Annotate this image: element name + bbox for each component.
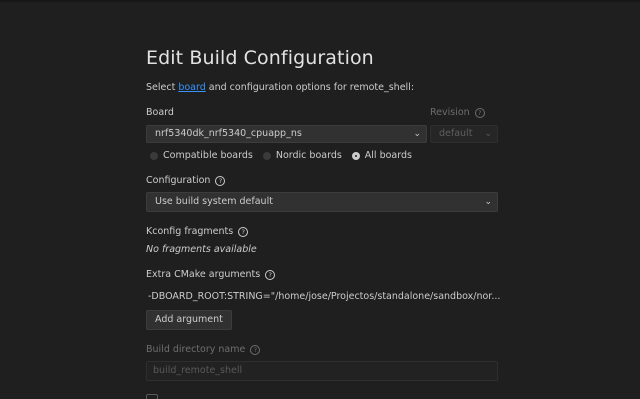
top-border — [0, 0, 640, 2]
configuration-select-value: Use build system default — [155, 196, 273, 207]
build-dir-label: Build directory name ? — [146, 344, 261, 355]
revision-select-value: default — [439, 128, 473, 139]
revision-label-text: Revision — [430, 107, 470, 118]
board-label-text: Board — [146, 107, 174, 118]
checkbox-partial[interactable] — [146, 394, 158, 399]
chevron-down-icon: ⌄ — [413, 129, 421, 139]
kconfig-label: Kconfig fragments ? — [146, 226, 249, 237]
board-filter-radios: Compatible boards Nordic boards All boar… — [150, 150, 412, 161]
configuration-label-text: Configuration — [146, 175, 211, 186]
subtitle-prefix: Select — [146, 82, 179, 93]
radio-indicator — [262, 151, 271, 160]
radio-label: All boards — [364, 150, 412, 161]
subtitle-suffix: and configuration options for remote_she… — [205, 82, 415, 93]
kconfig-help-icon[interactable]: ? — [238, 226, 249, 237]
radio-compatible-boards[interactable]: Compatible boards — [150, 150, 253, 161]
radio-indicator — [150, 151, 158, 160]
radio-nordic-boards[interactable]: Nordic boards — [262, 150, 342, 161]
cmake-argument[interactable]: -DBOARD_ROOT:STRING="/home/jose/Projecto… — [148, 291, 500, 302]
radio-label: Nordic boards — [275, 150, 342, 161]
cmake-help-icon[interactable]: ? — [265, 269, 276, 280]
radio-indicator-selected — [351, 151, 360, 160]
revision-label: Revision ? — [430, 107, 485, 118]
cmake-label-text: Extra CMake arguments — [146, 269, 261, 280]
kconfig-empty-note: No fragments available — [146, 244, 257, 255]
edit-build-config-panel: Edit Build Configuration Select board an… — [146, 44, 500, 399]
revision-help-icon[interactable]: ? — [474, 107, 485, 118]
kconfig-label-text: Kconfig fragments — [146, 226, 234, 237]
build-dir-help-icon[interactable]: ? — [250, 344, 261, 355]
add-argument-button[interactable]: Add argument — [146, 310, 232, 330]
configuration-help-icon[interactable]: ? — [215, 175, 226, 186]
board-select-value: nrf5340dk_nrf5340_cpuapp_ns — [155, 128, 302, 139]
board-link[interactable]: board — [178, 82, 205, 93]
board-label: Board — [146, 107, 174, 118]
chevron-down-icon: ⌄ — [484, 129, 492, 139]
build-dir-input[interactable]: build_remote_shell — [146, 361, 498, 381]
build-dir-label-text: Build directory name — [146, 344, 246, 355]
radio-label: Compatible boards — [163, 150, 253, 161]
build-dir-placeholder: build_remote_shell — [153, 365, 243, 376]
radio-all-boards[interactable]: All boards — [351, 150, 412, 161]
revision-select[interactable]: default ⌄ — [430, 125, 498, 143]
page-title: Edit Build Configuration — [146, 47, 374, 69]
board-select[interactable]: nrf5340dk_nrf5340_cpuapp_ns ⌄ — [146, 125, 427, 143]
page-subtitle: Select board and configuration options f… — [146, 82, 414, 93]
cmake-label: Extra CMake arguments ? — [146, 269, 276, 280]
configuration-label: Configuration ? — [146, 175, 226, 186]
configuration-select[interactable]: Use build system default ⌄ — [146, 192, 498, 212]
chevron-down-icon: ⌄ — [484, 197, 492, 207]
